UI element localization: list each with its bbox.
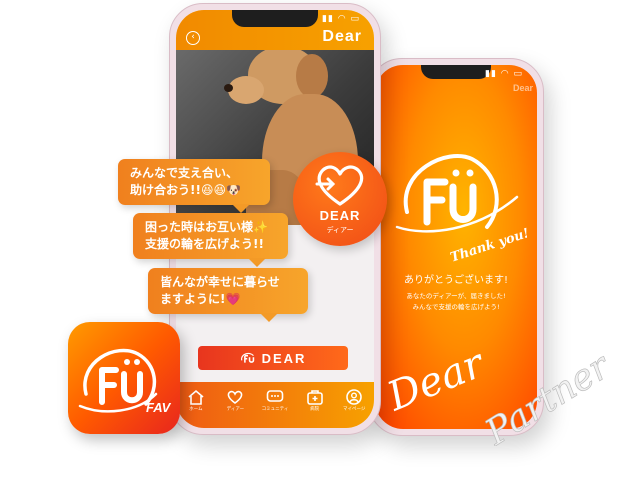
thanks-message: ありがとうございます! [403,275,508,286]
tab-label: ホーム [189,407,203,412]
tab-dear[interactable]: ディアー [219,389,251,412]
dog-ear [296,54,328,98]
thank-you-script: Thank you! [449,226,527,266]
tab-label: 病院 [310,407,320,412]
script-word-dear: Dear [380,340,492,421]
dear-badge: DEAR ディアー [293,152,387,246]
heart-icon [228,390,243,404]
chat-bubble-icon [266,390,284,402]
tab-home[interactable]: ホーム [180,389,212,412]
tab-label: ディアー [226,407,245,412]
dear-button[interactable]: DEAR [198,346,348,370]
tab-label: コミュニティ [261,407,289,412]
back-arrow-icon[interactable]: ‹ [186,31,200,45]
fu-logo-thank-you: Thank you! [395,153,527,266]
bubble-line-1: 困った時はお互い様✨ [145,220,268,234]
heart-arrow-icon [315,165,364,206]
fu-logo-icon [240,352,254,363]
profile-icon [346,389,362,405]
speech-bubble: 困った時はお互い様✨ 支援の輪を広げよう!! [133,213,288,267]
dear-partner-script: Dear Partner [380,340,619,446]
bubble-tail [232,204,250,213]
phone-notch [421,65,491,79]
dog-muzzle [228,76,264,104]
bubble-tail [260,313,278,322]
dear-badge-name: DEAR [319,208,361,223]
phone-notch [232,10,318,27]
header-title: Dear [322,28,362,45]
bubble-line-2: ますように!💗 [160,292,241,306]
tab-community[interactable]: コミュニティ [259,389,291,412]
bubble-line-1: 皆んなが幸せに暮らせ [160,275,280,289]
dog-nose [224,84,233,92]
dear-badge-kana: ディアー [326,226,354,234]
speech-bubble: みんなで支え合い、 助け合おう!!😆😆🐶 [118,159,270,213]
status-indicators: ▮▮ ◠ ▭ [322,14,360,24]
tab-hospital[interactable]: 病院 [299,389,331,412]
fu-fav-logo: FAV [78,348,172,415]
bubble-line-2: 支援の輪を広げよう!! [145,237,264,251]
home-icon [188,389,204,405]
bubble-line-1: みんなで支え合い、 [130,166,239,180]
dear-button-label: DEAR [261,350,307,366]
script-word-partner: Partner [478,345,619,446]
back-top-text: Dear [512,83,533,93]
app-icon-label: FAV [146,400,172,415]
bubble-tail [248,258,266,267]
app-icon[interactable]: FAV [68,322,180,434]
status-indicators: ▮▮ ◠ ▭ [485,69,523,79]
bubble-line-2: 助け合おう!!😆😆🐶 [130,183,241,197]
speech-bubble: 皆んなが幸せに暮らせ ますように!💗 [148,268,308,322]
tab-label: マイページ [342,407,366,412]
tab-bar: ホーム ディアー コミュニティ 病院 マイページ [176,382,374,428]
medical-kit-icon [306,390,323,405]
tab-mypage[interactable]: マイページ [338,389,370,412]
